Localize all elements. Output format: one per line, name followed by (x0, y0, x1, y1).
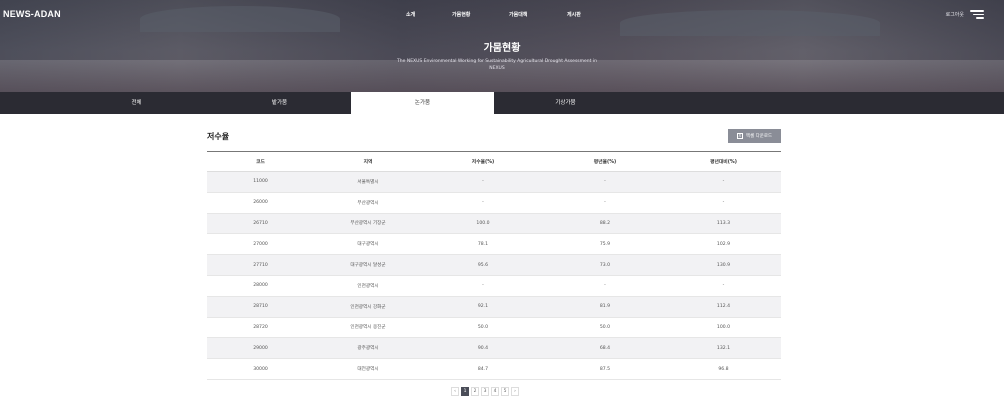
next-page-button[interactable]: › (511, 387, 519, 396)
table-row: 27000 대구광역시 78.1 75.9 102.9 (207, 234, 781, 256)
cell-storage-rate: 92.1 (477, 304, 489, 310)
table-row: 28000 인천광역시 - - - (207, 276, 781, 297)
cell-code: 11000 (253, 179, 268, 185)
cell-region: 광주광역시 (357, 346, 379, 352)
cell-normal-rate: - (604, 179, 606, 185)
nav-item-drought-status[interactable]: 가뭄현황 (452, 11, 470, 18)
tab-weather-drought[interactable]: 기상가뭄 (494, 92, 637, 114)
nav-item-intro[interactable]: 소개 (406, 11, 415, 18)
excel-download-label: 엑셀 다운로드 (745, 134, 773, 139)
cell-code: 28710 (253, 304, 268, 310)
page-subtitle: The NEXUS Environmental Working for Sust… (397, 59, 597, 71)
prev-page-button[interactable]: ‹ (451, 387, 459, 396)
nav-item-board[interactable]: 게시판 (567, 11, 581, 18)
header-storage-rate: 저수율(%) (471, 160, 495, 165)
cell-code: 26000 (253, 200, 268, 206)
cell-storage-rate: 95.6 (477, 262, 489, 268)
cell-normal-rate: 68.4 (599, 345, 611, 351)
cell-code: 30000 (253, 366, 268, 372)
cell-vs-normal: - (722, 200, 725, 206)
cell-region: 대전광역시 (357, 367, 379, 373)
cell-storage-rate: 50.0 (477, 324, 489, 330)
reservoir-table: 코드 지역 저수율(%) 평년율(%) 평년대비(%) 11000 서울특별시 - -… (207, 151, 781, 380)
cell-region: 서울특별시 (357, 179, 379, 185)
pagination: ‹ 1 2 3 4 5 › (451, 387, 519, 396)
cell-region: 인천광역시 옹진군 (350, 325, 386, 331)
table-header: 코드 지역 저수율(%) 평년율(%) 평년대비(%) (207, 152, 781, 172)
logout-link[interactable]: 로그아웃 (946, 11, 964, 18)
cell-code: 27000 (253, 241, 268, 247)
cell-normal-rate: 75.9 (599, 241, 611, 247)
cell-region: 대구광역시 달성군 (350, 263, 386, 269)
category-tabs: 전체 밭가뭄 논가뭄 기상가뭄 (0, 92, 1004, 114)
table-row: 30000 대전광역시 84.7 87.5 96.8 (207, 359, 781, 380)
cell-storage-rate: 90.4 (477, 345, 489, 351)
page-title: 가뭄현황 (483, 43, 521, 54)
cell-vs-normal: 132.1 (716, 345, 731, 351)
table-body: 11000 서울특별시 - - - 26000 부산광역시 - - - 26710 부산광역시 기장군… (207, 172, 781, 380)
cell-vs-normal: - (722, 179, 725, 185)
cell-code: 29000 (253, 345, 268, 351)
table-row: 27710 대구광역시 달성군 95.6 73.0 130.9 (207, 255, 781, 276)
hamburger-menu-icon[interactable] (970, 10, 984, 19)
cell-storage-rate: 100.0 (476, 220, 490, 226)
table-row: 26000 부산광역시 - - - (207, 193, 781, 214)
cell-code: 28000 (253, 283, 268, 289)
table-row: 29000 광주광역시 90.4 68.4 132.1 (207, 338, 781, 360)
nav-item-drought-measures[interactable]: 가뭄대책 (509, 11, 527, 18)
tab-field-drought[interactable]: 밭가뭄 (208, 92, 351, 114)
excel-download-button[interactable]: X 엑셀 다운로드 (728, 129, 781, 143)
cell-vs-normal: 96.8 (718, 366, 729, 372)
table-row: 28710 인천광역시 강화군 92.1 81.9 112.4 (207, 296, 781, 318)
cell-storage-rate: - (482, 200, 484, 206)
excel-icon: X (736, 133, 743, 139)
cell-vs-normal: 102.9 (716, 241, 731, 247)
tab-spacer (0, 92, 65, 114)
cell-vs-normal: 113.3 (716, 220, 731, 226)
cell-region: 대구광역시 (357, 242, 379, 248)
cell-code: 26710 (253, 220, 268, 226)
hero-banner: NEWS-ADAN 소개 가뭄현황 가뭄대책 게시판 로그아웃 가뭄현황 The… (0, 0, 1004, 92)
table-row: 26710 부산광역시 기장군 100.0 88.2 113.3 (207, 213, 781, 235)
cell-code: 27710 (253, 262, 268, 268)
cell-code: 28720 (253, 324, 268, 330)
cell-normal-rate: 73.0 (599, 262, 611, 268)
header-region: 지역 (363, 160, 373, 165)
cell-vs-normal: 130.9 (716, 262, 731, 268)
cell-vs-normal: - (722, 283, 725, 289)
header-normal-rate: 평년율(%) (593, 160, 617, 165)
page-button[interactable]: 1 (461, 387, 469, 396)
table-row: 28720 인천광역시 옹진군 50.0 50.0 100.0 (207, 318, 781, 339)
table-row: 11000 서울특별시 - - - (207, 172, 781, 193)
cell-normal-rate: 87.5 (599, 366, 611, 372)
header-code: 코드 (256, 160, 265, 165)
cell-storage-rate: 84.7 (477, 366, 489, 372)
cell-storage-rate: 78.1 (477, 241, 489, 247)
cell-normal-rate: 50.0 (599, 324, 611, 330)
cell-region: 인천광역시 (357, 283, 379, 289)
cell-storage-rate: - (482, 179, 484, 185)
cell-region: 부산광역시 (357, 200, 379, 206)
cell-region: 부산광역시 기장군 (350, 221, 386, 227)
cell-region: 인천광역시 강화군 (350, 304, 386, 310)
tab-all[interactable]: 전체 (65, 92, 208, 114)
cell-normal-rate: - (604, 200, 606, 206)
tab-irrigated-field-drought[interactable]: 논가뭄 (351, 92, 494, 114)
cell-vs-normal: 112.4 (716, 304, 731, 310)
cell-normal-rate: - (604, 283, 606, 289)
page-button[interactable]: 3 (481, 387, 489, 396)
section-title: 저수율 (207, 132, 230, 141)
page-button[interactable]: 5 (501, 387, 509, 396)
page-button[interactable]: 2 (471, 387, 479, 396)
header-vs-normal: 평년대비(%) (710, 160, 737, 165)
cell-storage-rate: - (482, 283, 484, 289)
cell-normal-rate: 81.9 (599, 304, 611, 310)
cell-vs-normal: 100.0 (716, 324, 731, 330)
cell-normal-rate: 88.2 (599, 220, 611, 226)
page-button[interactable]: 4 (491, 387, 499, 396)
main-nav: 소개 가뭄현황 가뭄대책 게시판 (0, 11, 1004, 21)
